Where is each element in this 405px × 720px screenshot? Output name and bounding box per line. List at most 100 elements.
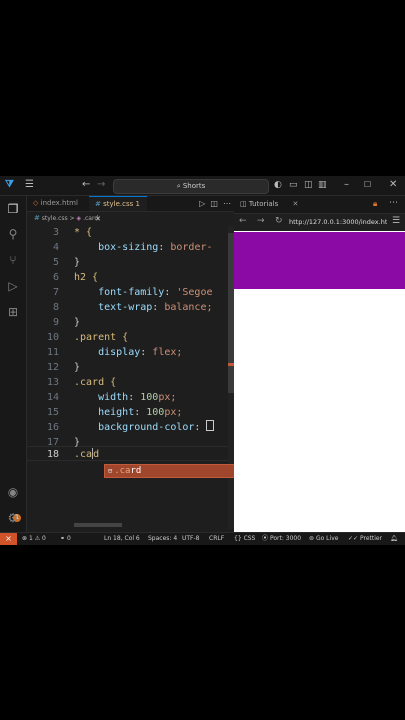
go-live-button[interactable]: ⊚ Go Live — [309, 533, 338, 545]
selector: * { — [74, 227, 93, 238]
ports-count: 0 — [66, 535, 71, 542]
split-editor-icon[interactable]: ◫ — [210, 199, 218, 208]
property: text-wrap — [98, 302, 153, 313]
close-tab-icon[interactable]: ✕ — [292, 200, 298, 208]
back-arrow-icon[interactable]: ← — [239, 216, 247, 226]
code-line: box-sizing: border- — [98, 242, 213, 253]
url-bar[interactable]: http://127.0.0.1:3000/index.html — [289, 218, 387, 226]
horizontal-scrollbar[interactable] — [74, 523, 122, 527]
property: height — [98, 407, 135, 418]
extensions-icon[interactable]: ⊞ — [4, 303, 22, 321]
prettier-button[interactable]: ✓✓ Prettier — [348, 533, 382, 545]
suggestion-rest: rd — [130, 466, 142, 476]
language-mode[interactable]: {} CSS — [234, 533, 255, 545]
account-icon[interactable]: ◉ — [4, 483, 22, 501]
code-line: .parent { — [74, 330, 128, 345]
line-number: 12 — [46, 362, 59, 373]
code-line: font-family: 'Segoe — [98, 287, 213, 298]
problem-count-badge: 1 — [135, 200, 140, 208]
live-icon: ⊚ — [309, 535, 315, 542]
more-actions-icon[interactable]: ⋯ — [223, 199, 231, 208]
property: background-color — [98, 422, 195, 433]
activity-bar: ❐ ⚲ ⑂ ▷ ⊞ ◉ 1 ⚙ — [0, 196, 27, 533]
minimize-icon[interactable]: – — [344, 179, 349, 191]
breadcrumb-file[interactable]: style.css — [42, 215, 68, 222]
cursor-position[interactable]: Ln 18, Col 6 — [104, 533, 140, 545]
line-endings[interactable]: CRLF — [209, 533, 224, 545]
rendered-card-box — [234, 232, 405, 289]
tab-style-css[interactable]: # style.css 1 ✕ — [89, 196, 147, 223]
breadcrumb-symbol[interactable]: .card — [83, 215, 98, 222]
editor-actions: ▷ ◫ ⋯ — [199, 196, 231, 211]
double-check-icon: ✓✓ — [348, 535, 359, 542]
line-number: 16 — [46, 422, 59, 433]
problems-indicator[interactable]: ⊗ 1 ⚠ 0 — [22, 533, 46, 545]
close-window-icon[interactable]: ✕ — [389, 179, 397, 191]
encoding[interactable]: UTF-8 — [182, 533, 200, 545]
open-in-browser-icon[interactable]: ☰ — [392, 216, 400, 226]
number: 100 — [140, 392, 159, 403]
code-line: } — [74, 255, 80, 270]
line-number: 4 — [52, 242, 59, 253]
notifications-bell-icon[interactable]: 🔔︎ — [390, 533, 398, 545]
selector: .parent { — [74, 332, 129, 343]
go-live-label: Go Live — [315, 535, 339, 542]
color-swatch[interactable] — [206, 420, 215, 431]
breadcrumb: # style.css > ◈ .card — [34, 214, 98, 222]
code-editor[interactable]: 3 4 5 6 7 8 9 10 11 12 13 14 15 16 17 18… — [27, 225, 234, 529]
settings-gear-icon[interactable]: ⚙ — [4, 509, 22, 527]
port-indicator[interactable]: ⦿ Port: 3000 — [262, 533, 301, 545]
typed-text-after: d — [93, 449, 100, 460]
vscode-window: ⧩ ☰ ← → ⌕ Shorts ◐ ▭ ◫ ▥ – ☐ ✕ ❐ ⚲ ⑂ ▷ ⊞… — [0, 176, 405, 545]
line-number: 14 — [46, 392, 59, 403]
ports-indicator[interactable]: ⚭ 0 — [60, 533, 71, 545]
property: width — [98, 392, 129, 403]
html-file-icon: ◇ — [33, 199, 39, 207]
indentation[interactable]: Spaces: 4 — [148, 533, 177, 545]
unit: px; — [158, 392, 177, 403]
command-center-search[interactable]: ⌕ Shorts — [113, 179, 269, 194]
line-number: 13 — [46, 377, 59, 388]
preview-tab[interactable]: ◫ Tutorials ✕ — [240, 196, 298, 213]
search-text: Shorts — [182, 182, 206, 190]
error-icon: ⊗ — [22, 535, 28, 542]
value: flex; — [152, 347, 183, 358]
tab-label: index.html — [40, 199, 78, 207]
value: balance; — [164, 302, 213, 313]
radio-tower-icon: ⦿ — [262, 535, 269, 542]
brace: } — [74, 317, 81, 328]
copilot-icon[interactable]: ◐ — [274, 179, 282, 191]
unit: px; — [164, 407, 183, 418]
breadcrumb-separator: > — [69, 215, 75, 222]
source-control-icon[interactable]: ⑂ — [4, 251, 22, 269]
toggle-panel-icon[interactable]: ▭ — [289, 179, 298, 191]
preview-tabs: ◫ Tutorials ✕ 🔒︎ ⋯ — [234, 196, 405, 214]
back-arrow-icon[interactable]: ← — [82, 179, 90, 191]
code-line: background-color: — [74, 420, 215, 435]
warning-count: 0 — [42, 535, 46, 542]
forward-arrow-icon[interactable]: → — [257, 216, 265, 226]
search-icon[interactable]: ⚲ — [4, 225, 22, 243]
lock-icon[interactable]: 🔒︎ — [373, 199, 377, 209]
error-count: 1 — [28, 535, 33, 542]
menu-icon[interactable]: ☰ — [25, 179, 34, 191]
toggle-sidebar-icon[interactable]: ◫ — [304, 179, 313, 191]
run-debug-icon[interactable]: ▷ — [4, 277, 22, 295]
selector: .card { — [74, 377, 117, 388]
customize-layout-icon[interactable]: ▥ — [318, 179, 327, 191]
maximize-icon[interactable]: ☐ — [364, 179, 371, 191]
explorer-icon[interactable]: ❐ — [4, 200, 22, 218]
symbol-icon: ◈ — [76, 215, 82, 222]
more-actions-icon[interactable]: ⋯ — [389, 198, 398, 208]
line-number: 5 — [52, 257, 59, 268]
run-icon[interactable]: ▷ — [199, 199, 205, 208]
code-line: } — [74, 360, 80, 375]
forward-arrow-icon[interactable]: → — [97, 179, 105, 191]
language-label: CSS — [243, 535, 256, 542]
typed-text: .ca — [74, 449, 93, 460]
remote-indicator-icon[interactable]: ⨯ — [0, 533, 17, 545]
value: 'Segoe — [176, 287, 213, 298]
line-number: 9 — [52, 317, 59, 328]
property: box-sizing — [98, 242, 159, 253]
reload-icon[interactable]: ↻ — [275, 216, 283, 226]
